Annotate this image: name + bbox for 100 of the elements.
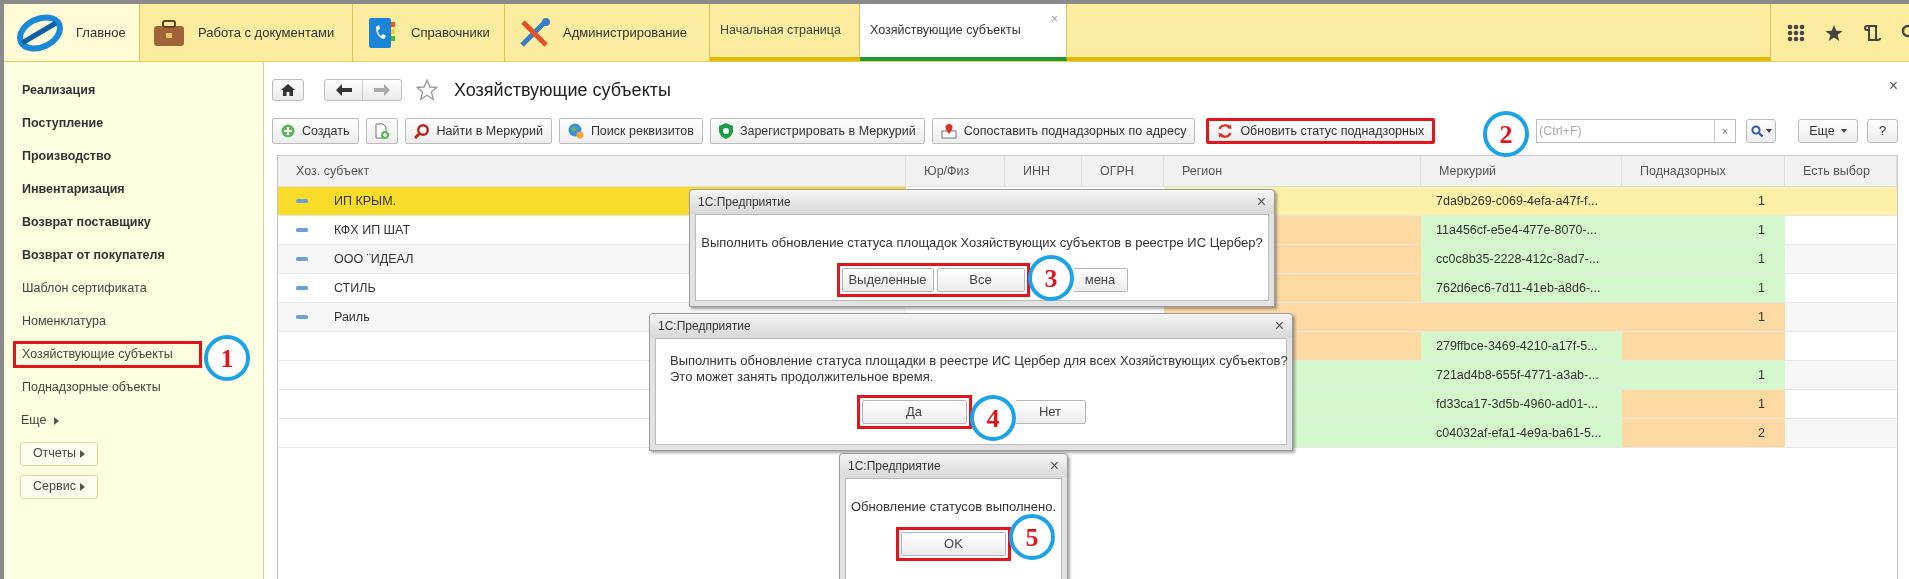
table-cell: 1 bbox=[1622, 187, 1785, 215]
dialog-title: 1С:Предприятие bbox=[658, 318, 751, 335]
column-header[interactable]: Поднадзорных bbox=[1622, 156, 1785, 186]
table-cell: c04032af-efa1-4e9a-ba61-5... bbox=[1421, 419, 1622, 447]
search-field[interactable]: (Ctrl+F) × bbox=[1536, 119, 1736, 143]
dialog-title: 1С:Предприятие bbox=[698, 194, 791, 211]
collapse-icon bbox=[296, 257, 308, 261]
shield-icon bbox=[718, 123, 733, 139]
table-cell: 7da9b269-c069-4efa-a47f-f... bbox=[1421, 187, 1622, 215]
sidebar-item[interactable]: Шаблон сертификата bbox=[13, 275, 154, 302]
dialog-message: Выполнить обновление статуса площадок Хозяйствующих субъектов в реестре ИС Цербер? bbox=[700, 234, 1264, 252]
column-header[interactable]: Регион bbox=[1164, 156, 1421, 186]
table-cell: cc0c8b35-2228-412c-8ad7-... bbox=[1421, 245, 1622, 273]
sidebar-item[interactable]: Поступление bbox=[13, 110, 111, 137]
table-cell: 1 bbox=[1622, 361, 1785, 389]
cell-text: ИП КРЫМ. bbox=[334, 192, 396, 210]
close-icon[interactable]: × bbox=[1274, 318, 1284, 334]
sidebar-item[interactable]: Поднадзорные объекты bbox=[13, 374, 168, 401]
star-outline-icon[interactable] bbox=[416, 79, 438, 101]
dialog-message: Обновление статусов выполнено. bbox=[850, 498, 1057, 516]
dialog-button[interactable]: Выделенные bbox=[841, 267, 934, 292]
column-header[interactable]: Юр/Физ bbox=[906, 156, 1005, 186]
home-icon bbox=[281, 84, 295, 96]
sidebar-button[interactable]: Сервис bbox=[20, 474, 98, 499]
close-icon[interactable]: × bbox=[1256, 194, 1266, 210]
caret-icon bbox=[79, 482, 85, 491]
collapse-icon bbox=[296, 199, 308, 203]
table-cell: 1 bbox=[1622, 390, 1785, 418]
map-pin-icon bbox=[940, 123, 957, 139]
dialog-button[interactable]: OK bbox=[901, 531, 1006, 556]
column-header[interactable]: Хоз. субъект bbox=[278, 156, 906, 186]
logo-icon bbox=[16, 12, 64, 53]
close-icon[interactable]: × bbox=[1049, 458, 1059, 474]
document-add-icon bbox=[374, 123, 389, 139]
search-icon bbox=[1750, 125, 1763, 137]
refresh-icon bbox=[1217, 123, 1234, 139]
cell-text: Раиль bbox=[334, 308, 370, 326]
table-cell: 11a456cf-e5e4-477e-8070-... bbox=[1421, 216, 1622, 244]
table-cell: 1 bbox=[1622, 216, 1785, 244]
step-marker: 2 bbox=[1483, 111, 1529, 157]
toolbar-button[interactable]: Сопоставить поднадзорных по адресу bbox=[931, 118, 1196, 144]
cell-text: КФХ ИП ШАТ bbox=[334, 221, 411, 239]
caret-icon bbox=[1840, 129, 1847, 133]
sidebar-item[interactable]: Инвентаризация bbox=[13, 176, 132, 203]
form-title: Хозяйствующие субъекты bbox=[454, 78, 671, 102]
toolbar-button[interactable]: Создать bbox=[272, 118, 359, 144]
magnifier-icon bbox=[413, 123, 430, 139]
toolbar-button[interactable]: Поиск реквизитов bbox=[558, 118, 703, 144]
column-header[interactable]: Есть выбор bbox=[1785, 156, 1897, 186]
cell-text: ООО ¨ИДЕАЛ bbox=[334, 250, 414, 268]
clear-button[interactable]: × bbox=[1714, 120, 1735, 142]
table-cell: 762d6ec6-7d11-41eb-a8d6-... bbox=[1421, 274, 1622, 302]
dialog-button[interactable]: Да bbox=[861, 400, 967, 424]
collapse-icon bbox=[296, 228, 308, 232]
table-cell: 2 bbox=[1622, 419, 1785, 447]
caret-icon bbox=[80, 449, 86, 458]
left-arrow-icon bbox=[335, 84, 352, 96]
star-icon bbox=[1825, 23, 1843, 42]
table-cell: 1 bbox=[1622, 274, 1785, 302]
dialog-button[interactable]: Нет bbox=[1015, 400, 1086, 424]
plus-circle-icon bbox=[281, 124, 295, 138]
scroll-icon bbox=[1863, 23, 1881, 42]
help-button[interactable]: ? bbox=[1867, 119, 1898, 143]
section-tab[interactable]: Главное bbox=[4, 4, 140, 61]
close-icon[interactable]: × bbox=[1888, 74, 1898, 98]
home-button[interactable] bbox=[272, 79, 304, 101]
dialog-message: Выполнить обновление статуса площадки в реестре ИС Цербер для всех Хозяйствующих субъектов? Это может занять продолжительное время. bbox=[669, 352, 1288, 385]
globe-icon bbox=[567, 123, 584, 139]
toolbar-button[interactable]: Зарегистрировать в Меркурий bbox=[709, 118, 925, 144]
more-button[interactable]: Еще bbox=[1798, 119, 1858, 143]
toolbar-button[interactable]: Обновить статус поднадзорных bbox=[1206, 118, 1436, 144]
right-arrow-icon bbox=[374, 84, 390, 96]
search-button[interactable] bbox=[1746, 119, 1776, 143]
sidebar-item[interactable]: Возврат поставщику bbox=[13, 209, 158, 236]
cell-text: СТИЛЬ bbox=[334, 279, 376, 297]
toolbar-button[interactable]: Найти в Меркурий bbox=[404, 118, 552, 144]
sidebar-item[interactable]: Реализация bbox=[13, 77, 103, 104]
table-cell: 721ad4b8-655f-4771-a3ab-... bbox=[1421, 361, 1622, 389]
sidebar-item[interactable]: Возврат от покупателя bbox=[13, 242, 172, 269]
open-tab[interactable]: Хозяйствующие субъекты × bbox=[860, 4, 1067, 61]
dialog-button[interactable]: мена bbox=[1073, 267, 1128, 292]
open-tab[interactable]: Начальная страница bbox=[710, 4, 860, 61]
column-header[interactable]: ИНН bbox=[1005, 156, 1082, 186]
more-link[interactable]: Еще bbox=[14, 408, 67, 433]
caret-icon bbox=[54, 416, 60, 425]
sidebar-button[interactable]: Отчеты bbox=[20, 441, 98, 466]
table-cell: fd33ca17-3d5b-4960-ad01-... bbox=[1421, 390, 1622, 418]
table-cell: 279ffbce-3469-4210-a17f-5... bbox=[1421, 332, 1622, 360]
sidebar-item[interactable]: Производство bbox=[13, 143, 119, 170]
table-cell: 1 bbox=[1622, 303, 1785, 331]
sidebar-item[interactable]: Номенклатура bbox=[13, 308, 113, 335]
table-cell: 1 bbox=[1622, 245, 1785, 273]
sidebar-item[interactable]: Хозяйствующие субъекты bbox=[13, 341, 202, 368]
caret-icon bbox=[1765, 129, 1772, 133]
dialog-button[interactable]: Все bbox=[936, 267, 1025, 292]
dialog-title: 1С:Предприятие bbox=[848, 458, 941, 475]
collapse-icon bbox=[296, 286, 308, 290]
column-header[interactable]: ОГРН bbox=[1082, 156, 1164, 186]
apps-grid-icon bbox=[1787, 23, 1805, 42]
collapse-icon bbox=[296, 315, 308, 319]
